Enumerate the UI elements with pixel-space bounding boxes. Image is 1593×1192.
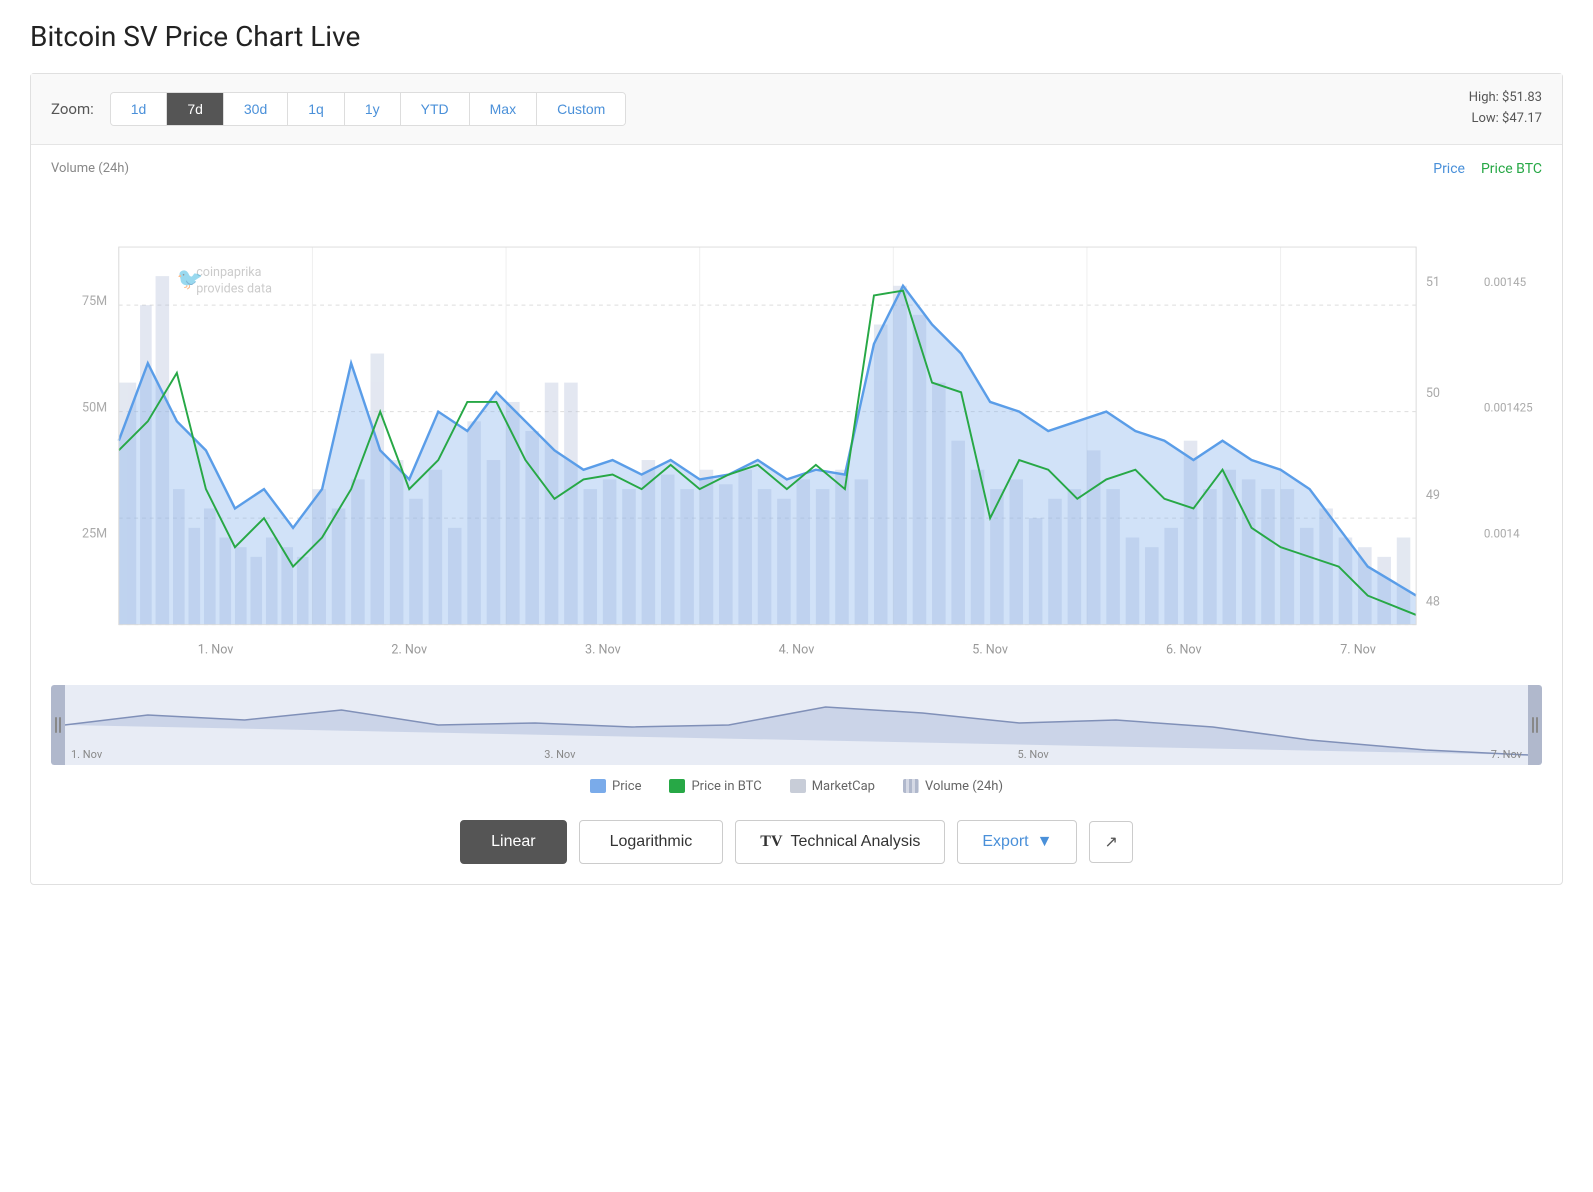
zoom-ytd[interactable]: YTD — [401, 93, 470, 125]
chart-area: Volume (24h) Price Price BTC 75M 50M 25M… — [31, 145, 1562, 681]
bottom-controls: Linear Logarithmic TV Technical Analysis… — [31, 804, 1562, 884]
legend-price-label: Price — [612, 779, 641, 794]
svg-text:3. Nov: 3. Nov — [585, 642, 621, 657]
chart-container: Zoom: 1d 7d 30d 1q 1y YTD Max Custom Hig… — [30, 73, 1563, 885]
volume-label: Volume (24h) — [51, 161, 129, 176]
svg-text:50M: 50M — [82, 400, 107, 415]
navigator[interactable]: 1. Nov 3. Nov 5. Nov 7. Nov — [51, 685, 1542, 765]
zoom-buttons: 1d 7d 30d 1q 1y YTD Max Custom — [110, 92, 627, 126]
svg-text:2. Nov: 2. Nov — [391, 642, 427, 657]
zoom-1y[interactable]: 1y — [345, 93, 401, 125]
low-value: Low: $47.17 — [1469, 109, 1542, 130]
legend-price: Price — [590, 779, 641, 794]
price-labels: Price Price BTC — [1433, 161, 1542, 177]
legend-price-btc: Price in BTC — [669, 779, 761, 794]
nav-date-2: 3. Nov — [544, 748, 575, 761]
legend-volume-label: Volume (24h) — [925, 779, 1003, 794]
chart-legend: Price Price in BTC MarketCap Volume (24h… — [31, 765, 1562, 804]
export-label: Export — [982, 833, 1028, 851]
legend-marketcap-swatch — [790, 779, 806, 793]
navigator-handle-right[interactable] — [1528, 685, 1542, 765]
svg-text:7. Nov: 7. Nov — [1340, 642, 1376, 657]
technical-analysis-button[interactable]: TV Technical Analysis — [735, 820, 945, 864]
price-label[interactable]: Price — [1433, 161, 1465, 177]
zoom-label: Zoom: — [51, 100, 94, 118]
nav-date-4: 7. Nov — [1491, 748, 1522, 761]
zoom-7d[interactable]: 7d — [167, 93, 224, 125]
legend-volume-swatch — [903, 779, 919, 793]
legend-price-swatch — [590, 779, 606, 793]
legend-marketcap-label: MarketCap — [812, 779, 875, 794]
expand-icon: ↗ — [1104, 834, 1117, 851]
svg-text:48: 48 — [1426, 594, 1440, 609]
technical-analysis-label: Technical Analysis — [791, 833, 921, 851]
page-title: Bitcoin SV Price Chart Live — [30, 20, 1563, 53]
svg-text:6. Nov: 6. Nov — [1166, 642, 1202, 657]
linear-button[interactable]: Linear — [460, 820, 566, 864]
svg-text:5. Nov: 5. Nov — [972, 642, 1008, 657]
zoom-bar: Zoom: 1d 7d 30d 1q 1y YTD Max Custom Hig… — [31, 74, 1562, 145]
svg-text:25M: 25M — [82, 526, 107, 541]
svg-text:4. Nov: 4. Nov — [779, 642, 815, 657]
nav-date-1: 1. Nov — [71, 748, 102, 761]
export-dropdown-icon: ▼ — [1037, 833, 1053, 851]
legend-btc-label: Price in BTC — [691, 779, 761, 794]
logarithmic-button[interactable]: Logarithmic — [579, 820, 724, 864]
expand-button[interactable]: ↗ — [1089, 821, 1132, 863]
zoom-info: High: $51.83 Low: $47.17 — [1469, 88, 1542, 130]
navigator-handle-left[interactable] — [51, 685, 65, 765]
price-btc-label[interactable]: Price BTC — [1481, 161, 1542, 177]
svg-text:49: 49 — [1426, 487, 1440, 502]
legend-marketcap: MarketCap — [790, 779, 875, 794]
svg-text:provides data: provides data — [196, 281, 272, 296]
zoom-1d[interactable]: 1d — [111, 93, 168, 125]
zoom-custom[interactable]: Custom — [537, 93, 625, 125]
svg-text:50: 50 — [1426, 386, 1440, 401]
svg-text:1. Nov: 1. Nov — [198, 642, 234, 657]
svg-text:0.001425: 0.001425 — [1484, 400, 1533, 414]
svg-text:0.00145: 0.00145 — [1484, 274, 1527, 288]
nav-date-3: 5. Nov — [1018, 748, 1049, 761]
navigator-date-labels: 1. Nov 3. Nov 5. Nov 7. Nov — [51, 748, 1542, 761]
high-value: High: $51.83 — [1469, 88, 1542, 109]
legend-btc-swatch — [669, 779, 685, 793]
zoom-30d[interactable]: 30d — [224, 93, 288, 125]
zoom-1q[interactable]: 1q — [288, 93, 345, 125]
svg-text:0.0014: 0.0014 — [1484, 526, 1520, 540]
legend-volume: Volume (24h) — [903, 779, 1003, 794]
svg-text:🐦: 🐦 — [177, 266, 204, 291]
svg-text:75M: 75M — [82, 294, 107, 309]
tradingview-logo: TV — [760, 833, 782, 851]
main-chart: 75M 50M 25M 51 50 49 48 0.00145 0.001425… — [51, 181, 1542, 681]
chart-legend-row: Volume (24h) Price Price BTC — [51, 161, 1542, 177]
svg-text:51: 51 — [1426, 274, 1440, 289]
zoom-max[interactable]: Max — [470, 93, 537, 125]
export-button[interactable]: Export ▼ — [957, 820, 1077, 864]
svg-text:coinpaprika: coinpaprika — [196, 265, 261, 280]
